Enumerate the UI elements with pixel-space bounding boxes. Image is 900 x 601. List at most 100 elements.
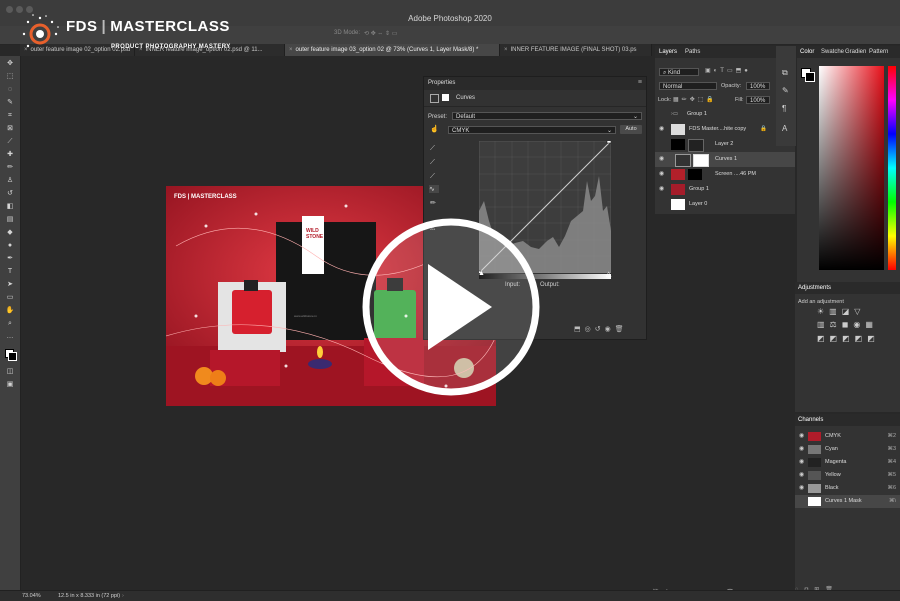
- layer-row[interactable]: ◉ FDS Master....hite copy 🔒: [655, 122, 795, 137]
- character-icon[interactable]: ¶: [782, 104, 786, 113]
- clip-to-layer-icon[interactable]: ⬒: [574, 326, 585, 333]
- glyphs-icon[interactable]: A: [782, 124, 787, 133]
- channels-panel: Channels ◉ CMYK ⌘2 ◉ Cyan ⌘3 ◉ Magenta ⌘4 ◉ Yel…: [795, 414, 900, 594]
- hand-tool-icon[interactable]: ✋: [5, 307, 15, 315]
- white-slider-icon[interactable]: △: [606, 270, 611, 278]
- chevron-down-icon: ⌄: [606, 128, 612, 134]
- channel-row-selected[interactable]: Curves 1 Mask ⌘\: [795, 495, 900, 508]
- layer-mask-icon[interactable]: [442, 94, 449, 101]
- tab-layers[interactable]: Layers: [659, 49, 677, 55]
- background-color-swatch[interactable]: [805, 72, 815, 82]
- layer-filter-icons[interactable]: ▣◐T▭⬒●: [705, 67, 751, 74]
- close-tab-icon[interactable]: ×: [289, 47, 293, 53]
- reset-icon[interactable]: ↺: [595, 326, 605, 333]
- layer-row[interactable]: ›▭ Group 1: [655, 107, 795, 122]
- adjustment-icons-row-1[interactable]: ☀▥◪▽: [817, 307, 865, 316]
- channel-row[interactable]: ◉ CMYK ⌘2: [795, 430, 900, 443]
- tab-patterns[interactable]: Pattern: [869, 49, 888, 55]
- channel-row[interactable]: ◉ Cyan ⌘3: [795, 443, 900, 456]
- move-tool-icon[interactable]: ✥: [5, 60, 15, 68]
- zoom-tool-icon[interactable]: ⌕: [5, 320, 15, 328]
- white-point-eyedropper-icon[interactable]: ⟋: [430, 173, 435, 181]
- adjustment-icons-row-2[interactable]: ▥⚖◼◉▦: [817, 320, 878, 329]
- adjustment-icons-row-3[interactable]: ◩◩◩◩◩: [817, 334, 880, 343]
- visibility-icon[interactable]: ◉: [605, 326, 615, 333]
- eraser-tool-icon[interactable]: ◧: [5, 203, 15, 211]
- gray-point-eyedropper-icon[interactable]: ⟋: [430, 159, 435, 167]
- tab-gradients[interactable]: Gradien: [845, 49, 866, 55]
- preset-label: Preset:: [428, 114, 448, 120]
- eye-icon: ◉: [659, 156, 665, 162]
- pen-tool-icon[interactable]: ✒: [5, 255, 15, 263]
- black-point-eyedropper-icon[interactable]: ⟋: [430, 145, 435, 153]
- product-label: WILD STONE: [306, 228, 324, 240]
- 3d-orbit-icon[interactable]: ⟲ ✥ ⇔ ⇕ ▭: [364, 30, 397, 37]
- auto-button[interactable]: Auto: [620, 125, 642, 134]
- product-web: www.wildstone.in: [294, 314, 317, 318]
- preset-dropdown[interactable]: Default ⌄: [452, 112, 642, 120]
- channel-dropdown[interactable]: CMYK ⌄: [448, 126, 616, 134]
- brush-settings-icon[interactable]: ✎: [782, 86, 789, 95]
- adjustments-title: Adjustments: [798, 285, 832, 291]
- screen-mode-icon[interactable]: ▣: [5, 381, 15, 389]
- layer-row[interactable]: ◉ Screen ....46 PM: [655, 167, 795, 182]
- layers-panel: Layers Paths ⌕ Kind ▣◐T▭⬒● Normal Opacit…: [655, 46, 795, 214]
- panel-menu-icon[interactable]: ≡: [638, 79, 642, 86]
- doc-tab-inner-final[interactable]: × INNER FEATURE IMAGE (FINAL SHOT) 03.ps: [500, 44, 652, 56]
- color-field[interactable]: [819, 66, 884, 270]
- hue-slider[interactable]: [888, 66, 896, 270]
- eye-icon: ◉: [659, 171, 665, 177]
- quick-select-icon[interactable]: ✎: [5, 99, 15, 107]
- dodge-tool-icon[interactable]: ●: [5, 242, 15, 250]
- video-play-icon[interactable]: [360, 216, 542, 398]
- shape-tool-icon[interactable]: ▭: [5, 294, 15, 302]
- channel-row[interactable]: ◉ Black ⌘6: [795, 482, 900, 495]
- blur-tool-icon[interactable]: ◆: [5, 229, 15, 237]
- history-brush-icon[interactable]: ↺: [5, 190, 15, 198]
- layer-row[interactable]: ◉ Group 1: [655, 182, 795, 197]
- layer-filter-dropdown[interactable]: ⌕ Kind: [659, 68, 699, 76]
- layer-row-selected[interactable]: ◉ Curves 1: [655, 152, 795, 167]
- tools-panel: ✥ ⬚ ◌ ✎ ⌗ ⊠ ⟋ ✚ ✏ ♙ ↺ ◧ ▤ ◆ ● ✒ T ➤ ▭ ✋ …: [0, 56, 21, 590]
- blend-mode-dropdown[interactable]: Normal: [659, 82, 717, 90]
- marquee-tool-icon[interactable]: ⬚: [5, 73, 15, 81]
- clone-stamp-icon[interactable]: ♙: [5, 177, 15, 185]
- adjustment-name: Curves: [456, 95, 476, 101]
- adjustments-hint: Add an adjustment: [798, 299, 844, 305]
- eyedropper-tool-icon[interactable]: ⟋: [5, 138, 15, 146]
- lasso-tool-icon[interactable]: ◌: [5, 86, 15, 94]
- brush-tool-icon[interactable]: ✏: [5, 164, 15, 172]
- channel-row[interactable]: ◉ Magenta ⌘4: [795, 456, 900, 469]
- delete-icon[interactable]: 🗑: [615, 326, 628, 333]
- close-window-button[interactable]: [6, 6, 13, 13]
- channel-row[interactable]: ◉ Yellow ⌘5: [795, 469, 900, 482]
- tab-color[interactable]: Color: [800, 49, 814, 55]
- type-tool-icon[interactable]: T: [5, 268, 15, 276]
- more-tools-icon[interactable]: …: [5, 333, 15, 341]
- fill-input[interactable]: 100%: [746, 96, 770, 104]
- zoom-level[interactable]: 73.04%: [22, 593, 41, 599]
- tab-paths[interactable]: Paths: [685, 49, 700, 55]
- frame-tool-icon[interactable]: ⊠: [5, 125, 15, 133]
- status-arrow-icon[interactable]: ›: [122, 593, 124, 599]
- pencil-draw-icon[interactable]: ✏: [430, 199, 436, 207]
- path-select-icon[interactable]: ➤: [5, 281, 15, 289]
- doc-tab-outer-03[interactable]: × outer feature image 03_option 02 @ 73% …: [285, 44, 500, 56]
- eye-icon: ◉: [659, 126, 665, 132]
- view-previous-icon[interactable]: ◎: [585, 326, 595, 333]
- opacity-input[interactable]: 100%: [746, 82, 770, 90]
- target-adjust-icon[interactable]: ☝: [430, 125, 439, 133]
- layer-row[interactable]: Layer 2: [655, 137, 795, 152]
- gradient-tool-icon[interactable]: ▤: [5, 216, 15, 224]
- history-icon[interactable]: ⧉: [782, 68, 788, 78]
- crop-tool-icon[interactable]: ⌗: [5, 112, 15, 120]
- color-swatches-icon[interactable]: [5, 349, 17, 361]
- tab-swatches[interactable]: Swatche: [821, 49, 844, 55]
- layer-row[interactable]: Layer 0: [655, 197, 795, 212]
- curve-point-tool-icon[interactable]: ∿: [429, 185, 439, 193]
- lock-icons[interactable]: ▦✏✥⬚🔒: [673, 96, 717, 103]
- healing-brush-icon[interactable]: ✚: [5, 151, 15, 159]
- quick-mask-icon[interactable]: ◫: [5, 368, 15, 376]
- close-tab-icon[interactable]: ×: [504, 47, 508, 53]
- properties-adjustment-row: Curves: [424, 90, 646, 107]
